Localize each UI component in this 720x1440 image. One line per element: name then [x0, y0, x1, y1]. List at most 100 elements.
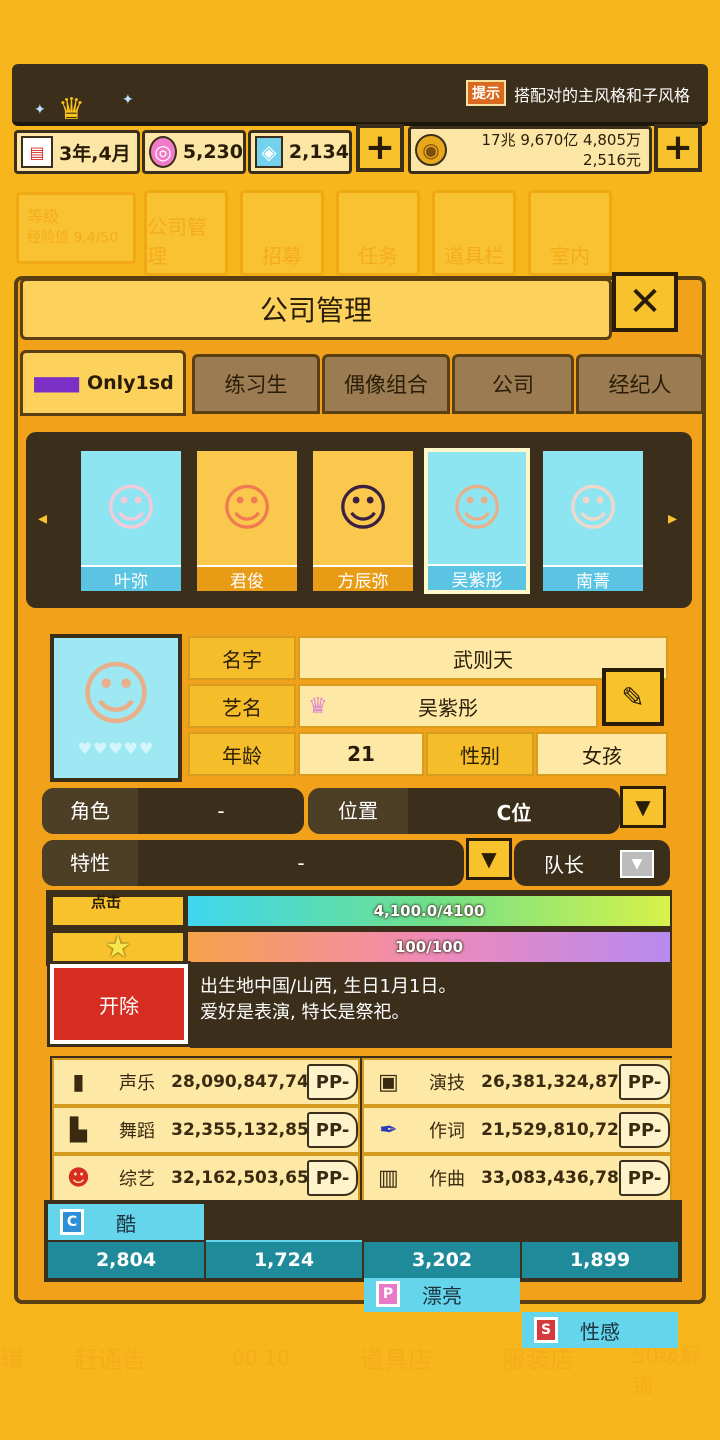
- pink-gem-value: 5,230: [182, 141, 243, 163]
- camera-icon: ▣: [378, 1069, 399, 1095]
- bg-bottom-1: 辑: [0, 1346, 24, 1374]
- bg-tile-label: 道具栏: [444, 244, 504, 268]
- position-dropdown-button[interactable]: ▼: [620, 786, 666, 828]
- star-label: ★: [50, 930, 186, 965]
- position-row: 位置 C位: [308, 788, 620, 834]
- star-bar: 100/100: [188, 932, 670, 962]
- hearts-icon: ♥♥♥♥♥: [77, 738, 155, 758]
- style-value-sexy: 1,899: [522, 1242, 678, 1278]
- gender-value: 女孩: [536, 732, 668, 776]
- tab-label: 偶像组合: [344, 373, 428, 397]
- money-line2: 2,516元: [583, 151, 641, 169]
- sparkle-icon: ✦: [122, 92, 134, 108]
- stat-grade: PP-: [619, 1112, 670, 1148]
- bg-tile-label: 任务: [358, 244, 398, 268]
- stat-label: 作词: [428, 1121, 465, 1142]
- stat-variety: ☻ 综艺 32,162,503,650 PP-: [52, 1154, 360, 1202]
- idol-avatar: ☺: [220, 479, 274, 537]
- trait-value: -: [297, 851, 305, 875]
- bg-exp-label: 经验值 9.4/50: [27, 230, 119, 246]
- idol-card[interactable]: ☺ 叶弥: [78, 448, 184, 594]
- stat-acting: ▣ 演技 26,381,324,879 PP-: [362, 1058, 672, 1106]
- style-sexy: S 性感: [522, 1312, 678, 1348]
- stat-grade: PP-: [619, 1064, 670, 1100]
- exp-bar-text: 4,100.0/4100: [373, 902, 485, 920]
- money-display: ◉ 17兆 9,670亿 4,805万 2,516元: [408, 126, 652, 174]
- bg-tile-interior: 室内: [528, 190, 612, 276]
- tab-only1sd[interactable]: ■■■ Only1sd: [20, 350, 186, 416]
- style-label: 性感: [580, 1319, 620, 1344]
- piano-icon: ▥: [378, 1165, 399, 1191]
- date-value: 3年,4月: [59, 142, 131, 165]
- stage-name-row: ♛ 吴紫彤: [298, 684, 598, 728]
- bg-tile-recruit: 招募: [240, 190, 324, 276]
- blue-gem-icon: ◈: [255, 136, 283, 168]
- idol-name: 吴紫彤: [428, 564, 526, 591]
- scroll-left-arrow[interactable]: ◂: [38, 508, 47, 529]
- stat-value: 21,529,810,729: [481, 1120, 631, 1140]
- group-icon: ■■■: [32, 371, 81, 395]
- stat-value: 26,381,324,879: [481, 1072, 631, 1092]
- tab-idol-group[interactable]: 偶像组合: [322, 354, 450, 414]
- stat-vocal: ▮ 声乐 28,090,847,742 PP-: [52, 1058, 360, 1106]
- idol-avatar: ☺: [104, 479, 158, 537]
- money-line1: 17兆 9,670亿 4,805万: [481, 131, 641, 149]
- leader-toggle[interactable]: ▼: [620, 850, 654, 878]
- blue-gem-value: 2,134: [288, 141, 349, 163]
- tab-label: 经纪人: [608, 373, 672, 397]
- date-display: ▤ 3年,4月: [14, 130, 140, 174]
- bg-bottom-3: 00:10: [232, 1346, 290, 1370]
- idol-card[interactable]: ☺ 君俊: [194, 448, 300, 594]
- crown-icon: ♛: [58, 92, 85, 127]
- idol-card[interactable]: ☺ 南菁: [540, 448, 646, 594]
- trait-row: 特性 -: [42, 840, 464, 886]
- bg-level-label: 等级: [27, 207, 60, 226]
- idol-card[interactable]: ☺ 方辰弥: [310, 448, 416, 594]
- stat-grade: PP-: [307, 1064, 358, 1100]
- pen-icon: ✒: [379, 1117, 398, 1143]
- close-button[interactable]: ✕: [612, 272, 678, 332]
- edit-name-button[interactable]: ✎: [602, 668, 664, 726]
- pencil-icon: ✎: [621, 680, 645, 714]
- age-label: 年龄: [188, 732, 296, 776]
- add-money-button[interactable]: +: [654, 124, 702, 172]
- style-letter-icon: P: [376, 1281, 400, 1307]
- idol-name: 方辰弥: [313, 565, 413, 592]
- idol-card-selected[interactable]: ☺ 吴紫彤: [424, 448, 530, 594]
- tab-manager[interactable]: 经纪人: [576, 354, 704, 414]
- pink-gem-display: ◎ 5,230: [142, 130, 246, 174]
- role-value: -: [217, 799, 225, 823]
- style-pretty: P 漂亮: [364, 1276, 520, 1312]
- bg-tile-company: 公司管理: [144, 190, 228, 276]
- description-line1: 出生地中国/山西, 生日1月1日。: [200, 976, 457, 997]
- hint-icon: 提示: [466, 80, 506, 106]
- stat-value: 33,083,436,782: [481, 1168, 631, 1188]
- stat-label: 舞蹈: [118, 1121, 155, 1142]
- style-label: 漂亮: [422, 1283, 462, 1308]
- scroll-right-arrow[interactable]: ▸: [668, 508, 677, 529]
- click-label: 点击: [50, 893, 186, 928]
- leader-label: 队长: [544, 852, 584, 877]
- role-label: 角色: [42, 788, 138, 834]
- tab-label: Only1sd: [86, 372, 174, 394]
- tab-company[interactable]: 公司: [452, 354, 574, 414]
- calendar-icon: ▤: [21, 136, 53, 168]
- stat-label: 演技: [428, 1073, 465, 1094]
- add-gems-button[interactable]: +: [356, 124, 404, 172]
- idol-avatar: ☺: [336, 479, 390, 537]
- trait-dropdown-button[interactable]: ▼: [466, 838, 512, 880]
- description-line2: 爱好是表演, 特长是祭祀。: [200, 1002, 410, 1023]
- tab-trainee[interactable]: 练习生: [192, 354, 320, 414]
- chevron-down-icon: ▼: [635, 795, 651, 819]
- fire-button[interactable]: 开除: [47, 961, 191, 1047]
- description: 出生地中国/山西, 生日1月1日。 爱好是表演, 特长是祭祀。: [190, 964, 672, 1048]
- stat-label: 作曲: [428, 1169, 465, 1190]
- bg-tile-mission: 任务: [336, 190, 420, 276]
- bg-bottom-4: 道具店: [360, 1346, 432, 1374]
- bg-tile-label: 公司管理: [147, 215, 207, 268]
- stage-name-label: 艺名: [188, 684, 296, 728]
- bg-tile-label: 室内: [550, 244, 590, 268]
- style-label: 酷: [116, 1211, 136, 1236]
- trait-label: 特性: [42, 840, 138, 886]
- exp-bar: 4,100.0/4100: [188, 896, 670, 926]
